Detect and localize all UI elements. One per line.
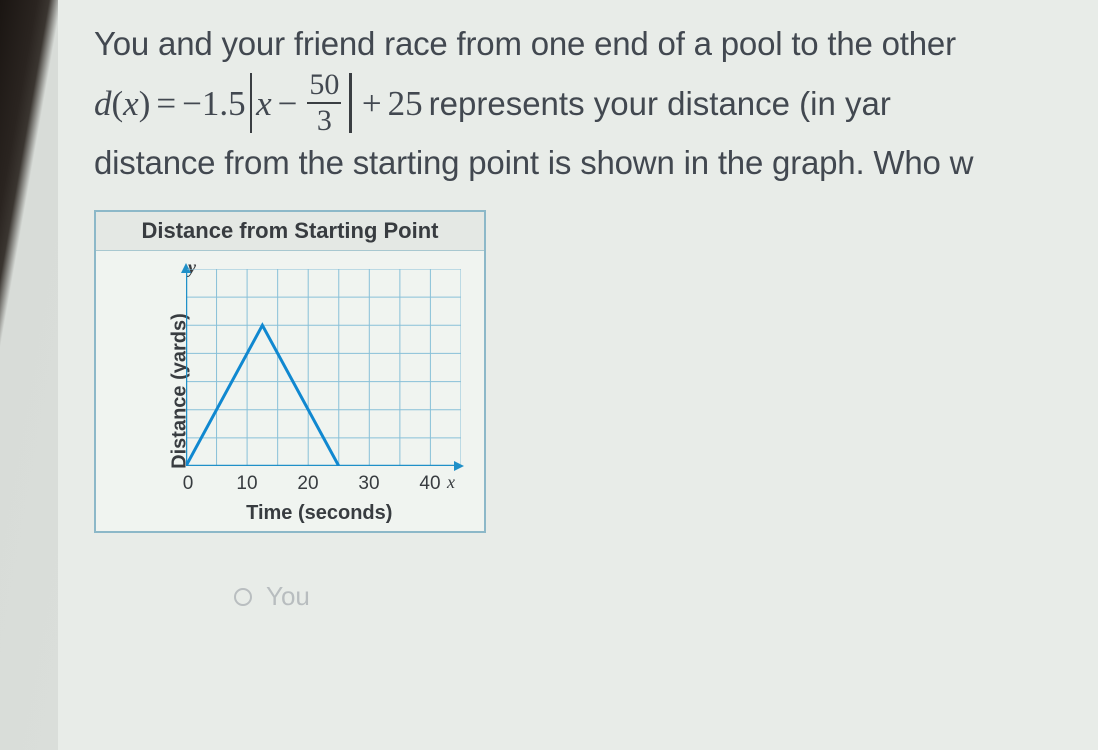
plus: + bbox=[356, 86, 388, 121]
x-tick-20: 20 bbox=[297, 473, 318, 495]
x-axis-label: Time (seconds) bbox=[246, 502, 392, 525]
chart-line-friend bbox=[186, 326, 339, 467]
x-tick-40: 40 bbox=[419, 473, 440, 495]
problem-text-line-3: distance from the starting point is show… bbox=[94, 137, 1098, 188]
abs-bar-left bbox=[250, 73, 253, 133]
chart-body: Distance (yards) Time (seconds) y 30 20 … bbox=[96, 251, 484, 531]
x-tick-10: 10 bbox=[236, 473, 257, 495]
neg-sign: − bbox=[182, 86, 202, 121]
chart-container: Distance from Starting Point Distance (y… bbox=[94, 210, 486, 533]
x-tick-0: 0 bbox=[183, 473, 194, 495]
chart-title: Distance from Starting Point bbox=[96, 212, 484, 251]
x-tick-30: 30 bbox=[358, 473, 379, 495]
fraction: 50 3 bbox=[307, 70, 341, 136]
frac-numerator: 50 bbox=[307, 70, 341, 100]
problem-text-line-1: You and your friend race from one end of… bbox=[94, 18, 1098, 69]
open-paren: ( bbox=[112, 86, 124, 121]
coef: 1.5 bbox=[202, 86, 246, 121]
chart-plot bbox=[186, 269, 461, 466]
radio-icon bbox=[234, 588, 252, 606]
var-x: x bbox=[256, 86, 272, 121]
const-25: 25 bbox=[388, 86, 423, 121]
answer-option-label: You bbox=[266, 581, 310, 612]
equals: = bbox=[150, 86, 182, 121]
abs-bar-right bbox=[349, 73, 352, 133]
var-x-arg: x bbox=[123, 86, 139, 121]
formula-trailing-text: represents your distance (in yar bbox=[429, 87, 891, 120]
close-paren: ) bbox=[139, 86, 151, 121]
answer-option-you[interactable]: You bbox=[234, 581, 1098, 612]
frac-denominator: 3 bbox=[315, 106, 334, 136]
minus: − bbox=[272, 86, 304, 121]
x-axis-letter: x bbox=[447, 472, 455, 493]
formula: d(x) = −1.5 x − 50 3 + 25 represents you… bbox=[94, 69, 1098, 137]
func-d: d bbox=[94, 86, 112, 121]
